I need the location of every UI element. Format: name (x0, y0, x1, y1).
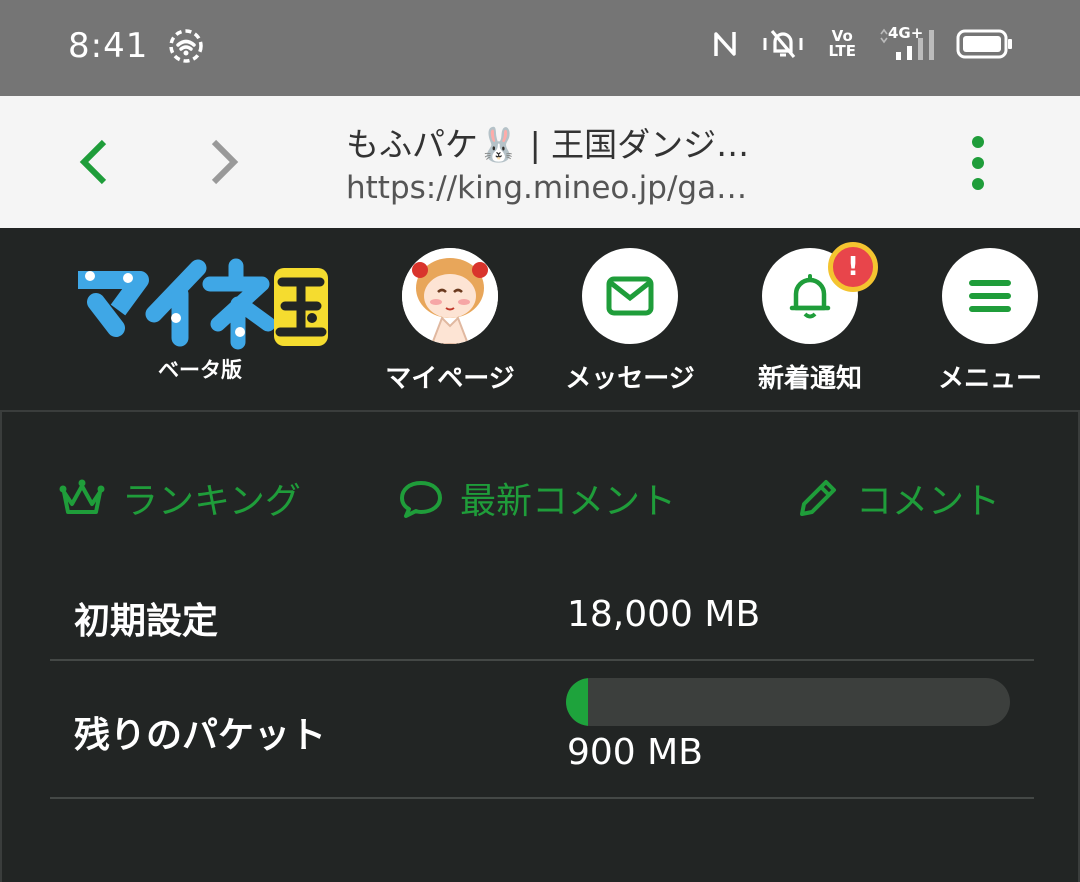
pencil-icon (800, 480, 836, 516)
logo-beta-label: ベータ版 (158, 358, 242, 382)
nav-messages[interactable]: メッセージ (545, 248, 715, 398)
vibrate-silent-icon (760, 27, 806, 61)
crown-icon (59, 479, 105, 514)
nav-label: メッセージ (565, 364, 695, 394)
notification-badge: ! (828, 242, 878, 292)
divider (50, 659, 1034, 661)
initial-setting-value: 18,000 MB (567, 594, 761, 635)
avatar-icon (402, 248, 498, 344)
back-button[interactable] (70, 132, 120, 192)
tab-ranking[interactable]: ランキング (58, 472, 301, 524)
nav-menu[interactable]: メニュー (905, 248, 1075, 398)
nav-circle (942, 248, 1038, 344)
tab-label: ランキング (122, 481, 301, 522)
avatar (402, 248, 498, 344)
remaining-packet-label: 残りのパケット (74, 715, 327, 756)
status-bar: 8:41 Vo LTE 4G+ (0, 0, 1080, 96)
nav-circle (582, 248, 678, 344)
page-title[interactable]: もふパケ🐰 | 王国ダンジ… (346, 118, 786, 166)
divider (50, 797, 1034, 799)
browser-toolbar: もふパケ🐰 | 王国ダンジ… https://king.mineo.jp/ga… (0, 96, 1080, 228)
signal-4g-icon: 4G+ (878, 24, 934, 62)
tab-comment[interactable]: コメント (796, 472, 1000, 524)
tab-latest-comments[interactable]: 最新コメント (398, 472, 676, 524)
remaining-packet-value: 900 MB (567, 732, 703, 773)
site-header: ベータ版 マイページ メッセージ ! 新着通知 メニュー (0, 228, 1080, 412)
status-time: 8:41 (68, 26, 149, 66)
kebab-dot-icon (972, 178, 984, 190)
nav-label: メニュー (937, 364, 1042, 394)
bell-icon (789, 274, 831, 319)
remaining-progress-fill (566, 678, 589, 726)
volte-bottom: LTE (828, 42, 856, 60)
remaining-progress-bar (566, 678, 1010, 726)
mineo-king-logo-icon (78, 258, 328, 350)
nav-label: 新着通知 (757, 364, 862, 394)
nav-notifications[interactable]: ! 新着通知 (725, 242, 895, 398)
wifi-icon (168, 28, 204, 68)
page-url[interactable]: https://king.mineo.jp/ga… (346, 170, 786, 206)
nfc-icon (712, 28, 738, 60)
kebab-dot-icon (972, 157, 984, 169)
initial-setting-label: 初期設定 (74, 601, 219, 642)
hamburger-icon (969, 280, 1011, 312)
speech-bubble-icon (400, 481, 442, 518)
nav-circle: ! (762, 242, 878, 344)
forward-button[interactable] (200, 132, 250, 192)
envelope-icon (606, 276, 654, 316)
chevron-right-icon (211, 139, 239, 185)
nav-mypage[interactable]: マイページ (365, 248, 535, 398)
nav-label: マイページ (385, 364, 515, 394)
tab-label: コメント (856, 481, 1001, 522)
tab-label: 最新コメント (460, 481, 677, 522)
more-options-button[interactable] (960, 132, 996, 196)
site-logo[interactable]: ベータ版 (70, 258, 330, 384)
packet-content: ランキング 最新コメント コメント 初期設定 18,000 MB 残りのパケット… (0, 412, 1080, 882)
kebab-dot-icon (972, 136, 984, 148)
volte-icon: Vo LTE (828, 29, 856, 59)
battery-icon (956, 29, 1014, 59)
chevron-left-icon (79, 139, 107, 185)
